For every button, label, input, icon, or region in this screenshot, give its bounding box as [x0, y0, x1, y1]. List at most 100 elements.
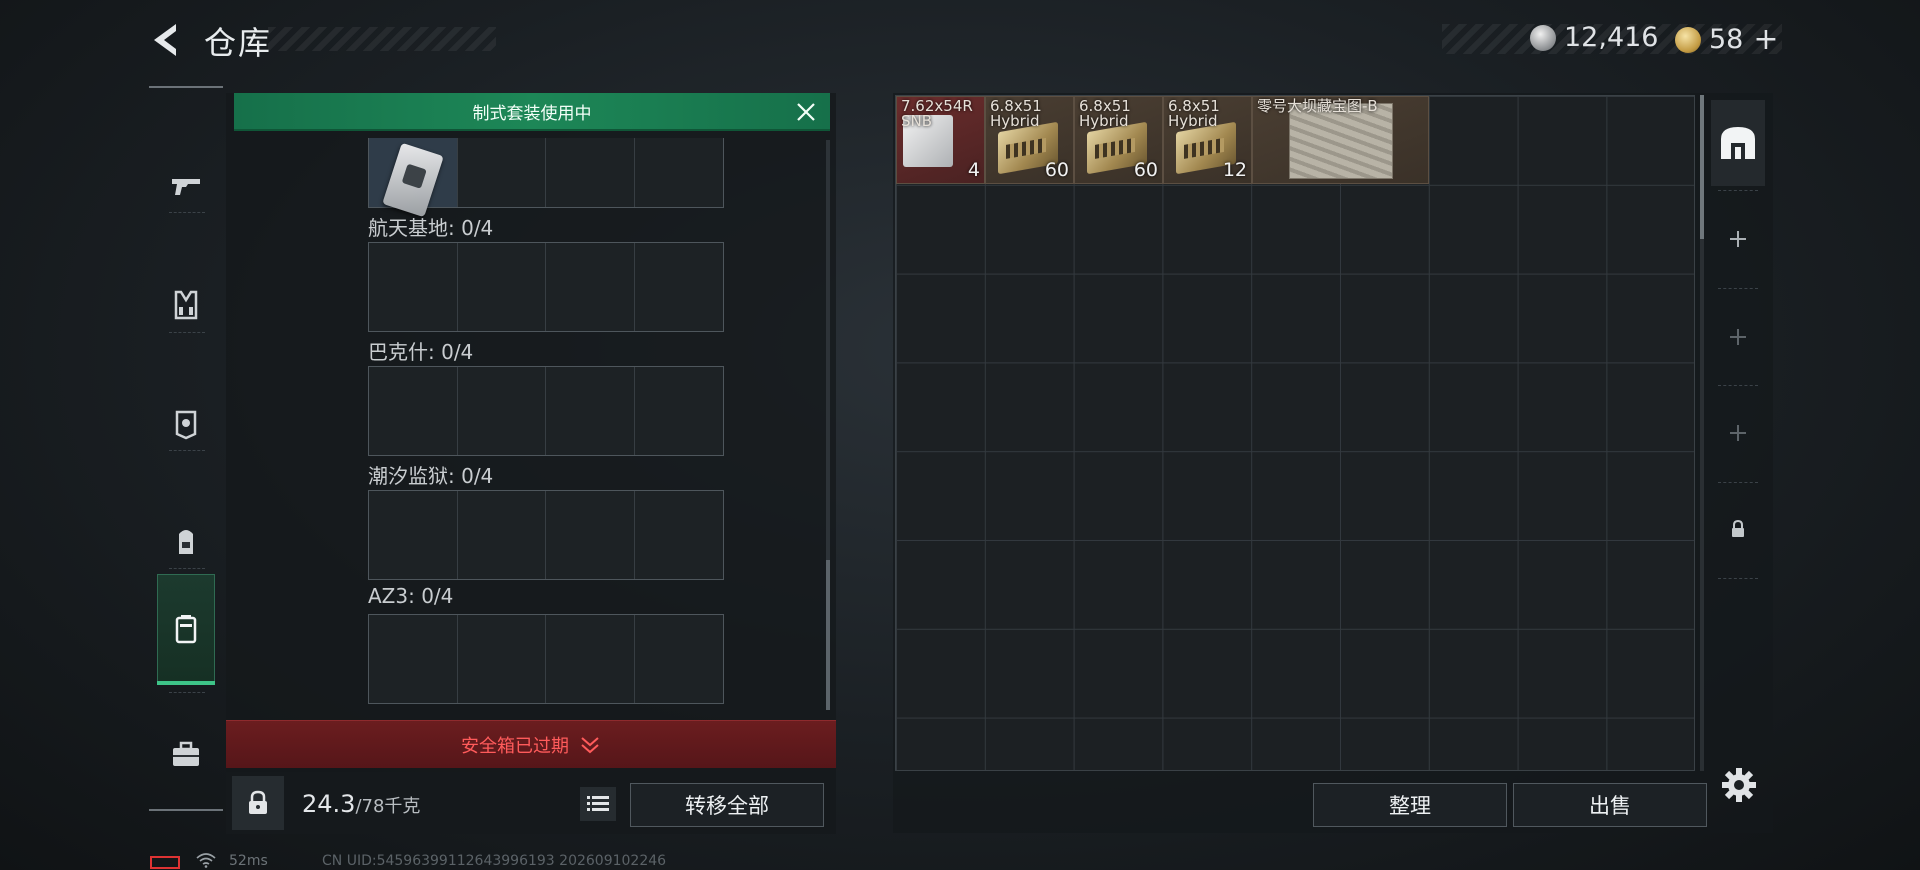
lock-icon — [249, 790, 267, 814]
slot[interactable] — [635, 615, 724, 703]
gold-currency[interactable]: 58 + — [1675, 22, 1779, 57]
kit-in-use-banner: 制式套装使用中 — [234, 93, 830, 131]
slot[interactable] — [546, 615, 635, 703]
armor-plate-icon — [175, 410, 197, 440]
lock-button[interactable] — [232, 776, 284, 830]
stash-tab-locked[interactable] — [1711, 486, 1765, 572]
ping-readout: 52ms — [229, 853, 268, 869]
case-expired-banner[interactable]: 安全箱已过期 — [226, 720, 836, 768]
item-count: 60 — [1133, 159, 1158, 181]
sell-button[interactable]: 出售 — [1513, 783, 1707, 827]
uid-text: CN UID:545963991126439961​93 20260910224… — [322, 853, 667, 869]
slot[interactable] — [458, 615, 546, 703]
slot[interactable] — [369, 615, 458, 703]
list-icon — [587, 796, 609, 811]
slot[interactable] — [546, 138, 635, 207]
category-sidebar — [149, 86, 223, 811]
expired-text: 安全箱已过期 — [461, 735, 569, 757]
keycard-item — [382, 142, 444, 218]
item-name: 零号大坝藏宝图-B — [1257, 97, 1378, 115]
plus-icon — [1730, 231, 1746, 247]
silver-amount: 12,416 — [1564, 22, 1659, 53]
group-label-tidal-prison: 潮汐监狱: 0/4 — [368, 464, 494, 488]
storage-icon — [1721, 127, 1755, 159]
double-chevron-down-icon — [581, 736, 599, 753]
backpack-icon — [179, 530, 193, 554]
back-arrow-icon[interactable] — [148, 20, 184, 60]
gold-amount: 58 — [1709, 24, 1744, 55]
slot-row-partial — [368, 138, 724, 218]
stash-scrollbar-thumb[interactable] — [1700, 95, 1704, 239]
slot[interactable] — [369, 491, 458, 579]
item-name: 6.8x51 Hybrid — [1079, 97, 1131, 130]
category-vest[interactable] — [157, 250, 215, 360]
list-view-button[interactable] — [580, 787, 616, 821]
stash-grid[interactable] — [895, 95, 1695, 771]
title-decoration — [268, 27, 496, 51]
stash-item[interactable]: 6.8x51 Hybrid 60 — [1074, 96, 1163, 184]
group-label-az3: AZ3: 0/4 — [368, 584, 454, 608]
wifi-icon — [196, 853, 216, 868]
slot[interactable] — [635, 138, 724, 207]
case-scrollbar-thumb[interactable] — [826, 560, 830, 710]
slot-row-bakesh — [368, 366, 724, 456]
slot-row-az3 — [368, 614, 724, 704]
weight-current: 24.3 — [302, 790, 356, 818]
stash-item[interactable]: 零号大坝藏宝图-B — [1252, 96, 1429, 184]
stash-tab-add-3[interactable] — [1711, 390, 1765, 476]
slot[interactable] — [546, 367, 635, 455]
slot-row-spaceport — [368, 242, 724, 332]
item-count: 12 — [1222, 159, 1247, 181]
silver-coin-icon — [1530, 24, 1556, 51]
item-name: 7.62x54R SNB — [901, 97, 973, 130]
gun-icon — [172, 179, 200, 195]
briefcase-icon — [173, 741, 199, 766]
category-weapons[interactable] — [157, 130, 215, 240]
category-secure-case[interactable] — [157, 574, 215, 685]
gold-coin-icon — [1675, 26, 1701, 53]
slot[interactable] — [458, 138, 546, 207]
close-icon[interactable] — [794, 100, 818, 124]
item-count: 60 — [1044, 159, 1069, 181]
item-count: 4 — [967, 159, 980, 181]
slot[interactable] — [458, 367, 546, 455]
slot[interactable] — [369, 243, 458, 331]
battery-icon — [150, 856, 180, 869]
item-name: 6.8x51 Hybrid — [990, 97, 1042, 130]
slot[interactable] — [546, 491, 635, 579]
silver-currency: 12,416 — [1530, 22, 1658, 53]
transfer-all-button[interactable]: 转移全部 — [630, 783, 824, 827]
page-title: 仓库 — [204, 24, 273, 62]
stash-tab-main[interactable] — [1711, 100, 1765, 186]
stash-tab-add-2[interactable] — [1711, 294, 1765, 380]
stash-item[interactable]: 7.62x54R SNB 4 — [896, 96, 985, 184]
slot[interactable] — [369, 138, 458, 218]
category-armor[interactable] — [157, 368, 215, 478]
stash-tab-add-1[interactable] — [1711, 196, 1765, 282]
plus-icon — [1730, 425, 1746, 441]
stash-item[interactable]: 6.8x51 Hybrid 12 — [1163, 96, 1252, 184]
slot[interactable] — [635, 367, 724, 455]
chest-rig-icon — [174, 290, 198, 320]
stash-item[interactable]: 6.8x51 Hybrid 60 — [985, 96, 1074, 184]
slot[interactable] — [635, 491, 724, 579]
slot[interactable] — [635, 243, 724, 331]
secure-case-icon — [175, 615, 197, 644]
lock-icon — [1732, 519, 1744, 537]
add-currency-button[interactable]: + — [1753, 22, 1778, 57]
slot-row-tidal-prison — [368, 490, 724, 580]
slot[interactable] — [369, 367, 458, 455]
group-label-spaceport: 航天基地: 0/4 — [368, 216, 494, 240]
slot[interactable] — [458, 243, 546, 331]
weight-readout: 24.3/78千克 — [302, 790, 420, 818]
banner-text: 制式套装使用中 — [472, 103, 592, 124]
gear-icon[interactable] — [1720, 766, 1758, 804]
slot[interactable] — [546, 243, 635, 331]
slot[interactable] — [458, 491, 546, 579]
item-name: 6.8x51 Hybrid — [1168, 97, 1220, 130]
weight-max: /78千克 — [355, 796, 421, 817]
category-toolbox[interactable] — [157, 700, 215, 810]
group-label-bakesh: 巴克什: 0/4 — [368, 340, 474, 364]
plus-icon — [1730, 329, 1746, 345]
organize-button[interactable]: 整理 — [1313, 783, 1507, 827]
